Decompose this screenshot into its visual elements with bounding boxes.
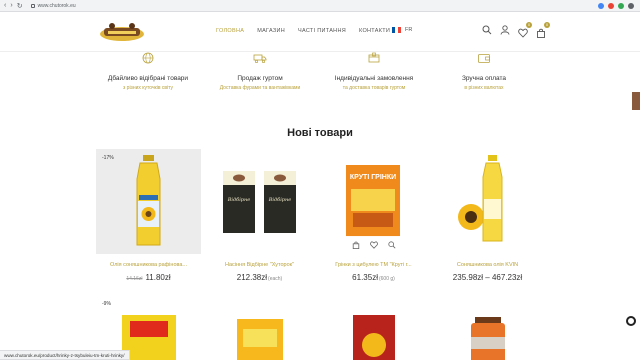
price-unit: (600 g) [378,276,395,282]
discount-badge: -9% [102,301,111,307]
feature-subtitle: та доставка товарів гуртом [342,85,406,91]
product-image[interactable]: -17% [96,149,201,254]
forward-icon[interactable]: › [10,2,12,10]
browser-toolbar: ‹ › ↻ www.chutorok.eu [0,0,640,12]
feature-item: Продаж гуртом Доставка фурами та вантажі… [200,52,320,91]
browser-extensions [598,2,634,9]
heart-icon[interactable] [369,241,378,249]
shopping-bag-icon [537,28,545,38]
menu-item-shop[interactable]: МАГАЗИН [257,28,285,34]
section-title: Нові товари [287,127,353,139]
wishlist-button[interactable]: 0 [518,22,532,38]
profile-icon[interactable] [628,2,634,9]
feature-title: Зручна оплата [461,75,507,82]
cart-count-badge: 0 [544,22,550,28]
product-card[interactable] [207,295,312,360]
product-card[interactable]: КРУТІ ГРІНКИ Грінки з цибулею ТМ "Круті … [321,149,426,282]
user-icon[interactable] [500,25,510,35]
menu-item-home[interactable]: ГОЛОВНА [216,28,244,34]
snack-pack-image [237,319,283,360]
product-name[interactable]: Соняшникова олія KVIN [435,262,540,268]
current-price: 61.35zł [352,273,378,282]
extension-icon[interactable] [598,2,604,9]
product-image[interactable]: КРУТІ ГРІНКИ [321,149,426,254]
honey-jar-image [471,317,505,360]
product-card[interactable]: Соняшникова олія KVIN 235.98zł – 467.23z… [435,149,540,282]
feature-item: Індивідуальні замовлення та доставка тов… [314,52,434,91]
seeds-pack-label: Відбірне [268,197,292,203]
wishlist-count-badge: 0 [526,22,532,28]
browser-nav: ‹ › ↻ [4,2,23,10]
product-image[interactable]: Відбірне Відбірне [207,149,312,254]
feature-title: Дбайливо відібрані товари [107,75,189,82]
status-bar: www.chutorok.eu/product/hrinky-z-tsybule… [0,350,130,360]
current-price: 235.98zł – 467.23zł [452,273,523,282]
product-card[interactable]: Відбірне Відбірне Насіння Відбірне "Хуто… [207,149,312,282]
old-price: 14.16zł [126,276,143,282]
product-card[interactable] [321,295,426,360]
feature-subtitle: Доставка фурами та вантажівками [219,85,301,91]
current-price: 11.80zł [145,273,171,282]
extension-icon[interactable] [608,2,614,9]
product-price: 235.98zł – 467.23zł [435,273,540,282]
product-price: 14.16zł 11.80zł [96,273,201,282]
side-widget-tab[interactable] [632,92,640,110]
wallet-icon [478,54,490,63]
main-menu: ГОЛОВНА МАГАЗИН ЧАСТІ ПИТАННЯ КОНТАКТИ [216,28,403,34]
croutons-pack-label: КРУТІ ГРІНКИ [349,174,397,181]
quick-view-icon[interactable] [387,241,396,249]
language-label: FR [405,27,413,33]
product-card[interactable] [435,295,540,360]
magnifier-icon[interactable] [626,316,636,326]
extension-icon[interactable] [618,2,624,9]
feature-title: Продаж гуртом [237,75,283,82]
discount-badge: -17% [102,155,114,161]
feature-subtitle: в різних валютах [464,85,504,91]
add-to-cart-icon[interactable] [352,241,360,249]
truck-icon [253,54,267,64]
product-card[interactable]: -17% Олія соняшникова рафінова... 14.16z… [96,149,201,282]
seeds-pack-label: Відбірне [227,197,251,203]
product-image[interactable] [435,149,540,254]
lock-icon [30,3,35,8]
box-icon [368,52,380,63]
seeds-pack-image [353,315,395,360]
price-unit: (each) [268,276,283,282]
header-icons: 0 0 [482,22,550,38]
product-actions [321,236,426,254]
feature-item: Зручна оплата в різних валютах [424,52,544,91]
menu-item-contacts[interactable]: КОНТАКТИ [359,28,390,34]
cart-button[interactable]: 0 [536,22,550,38]
site-logo[interactable] [98,22,146,42]
language-switcher[interactable]: FR [392,27,412,33]
flag-fr-icon [392,27,401,33]
search-icon[interactable] [482,25,492,35]
sunflower-oil-image [458,155,503,242]
product-image[interactable] [321,295,426,360]
product-image[interactable] [435,295,540,360]
product-name[interactable]: Насіння Відбірне "Хуторок" [207,262,312,268]
features-strip: Дбайливо відібрані товари з різних куточ… [0,52,640,102]
oil-bottle-image [136,155,161,246]
feature-subtitle: з різних куточків світу [122,85,174,91]
reload-icon[interactable]: ↻ [17,2,23,10]
back-icon[interactable]: ‹ [4,2,6,10]
menu-item-faq[interactable]: ЧАСТІ ПИТАННЯ [298,28,346,34]
site-header: ГОЛОВНА МАГАЗИН ЧАСТІ ПИТАННЯ КОНТАКТИ F… [0,12,640,52]
address-text: www.chutorok.eu [37,2,76,9]
feature-title: Індивідуальні замовлення [334,75,414,82]
heart-icon [518,28,528,38]
globe-icon [142,52,154,64]
product-price: 61.35zł(600 g) [321,273,426,282]
product-image[interactable] [207,295,312,360]
product-name[interactable]: Грінки з цибулею ТМ "Круті г... [321,262,426,268]
product-name[interactable]: Олія соняшникова рафінова... [96,262,201,268]
product-price: 212.38zł(each) [207,273,312,282]
feature-item: Дбайливо відібрані товари з різних куточ… [88,52,208,91]
current-price: 212.38zł [236,273,268,282]
address-bar[interactable]: www.chutorok.eu [30,2,76,9]
